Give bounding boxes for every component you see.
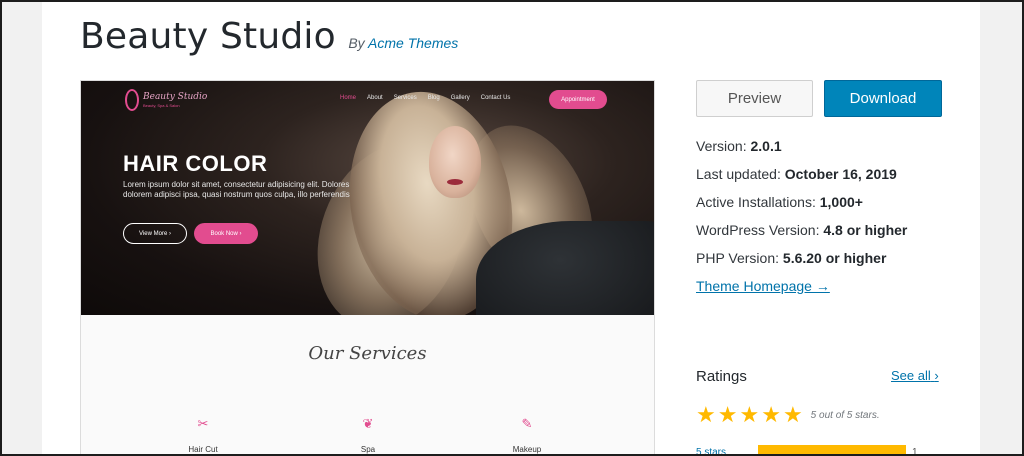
logo-tagline: Beauty, Spa & Salon [143,103,180,108]
nav-item-contact: Contact Us [480,95,511,101]
theme-homepage-link[interactable]: Theme Homepage → [696,278,830,294]
stars-summary: 5 out of 5 stars. [810,409,880,421]
view-more-button: View More › [123,223,187,244]
preview-button[interactable]: Preview [696,80,813,117]
installs-row: Active Installations: 1,000+ [696,194,863,210]
see-all-link[interactable]: See all › [891,368,939,383]
brush-icon: ✎ [521,416,533,431]
rating-bar-count: 1 [912,447,918,456]
star-icon: ★ [761,402,781,427]
download-button[interactable]: Download [824,80,942,117]
service-label: Hair Cut [188,445,218,454]
hero-banner: Beauty Studio Beauty, Spa & Salon Home A… [81,81,654,315]
nav-item-home: Home [340,95,357,101]
theme-card: Beauty Studio By Acme Themes Beauty Stud… [42,2,980,456]
hero-text: Lorem ipsum dolor sit amet, consectetur … [123,180,350,199]
nav-item-services: Services [393,95,417,101]
rating-bar-label[interactable]: 5 stars [696,447,726,454]
logo-name: Beauty Studio [143,92,208,102]
installs-value: 1,000+ [819,194,863,210]
appointment-button: Appointment [549,90,607,109]
rating-bar-row: 5 stars 1 [696,445,946,456]
scissors-icon: ✂ [197,416,209,431]
wp-version-value: 4.8 or higher [823,222,908,238]
logo-icon [125,89,139,111]
lips-icon: ❦ [362,416,374,431]
ratings-heading: Ratings [696,368,747,385]
hero-title: HAIR COLOR [123,151,268,176]
theme-title: Beauty Studio [80,16,336,57]
book-now-button: Book Now › [194,223,258,244]
updated-value: October 16, 2019 [784,166,897,182]
version-row: Version: 2.0.1 [696,138,782,154]
site-logo: Beauty Studio Beauty, Spa & Salon [125,89,207,111]
version-value: 2.0.1 [750,138,782,154]
service-label: Spa [360,445,376,454]
theme-header: Beauty Studio By Acme Themes [80,16,458,57]
hero-photo-face [429,126,481,198]
star-icon: ★ [717,402,738,427]
php-version-value: 5.6.20 or higher [782,250,887,266]
nav-item-about: About [367,95,383,101]
nav-item-gallery: Gallery [450,95,470,101]
rating-bar-fill [758,445,906,454]
star-icon: ★ [782,402,803,427]
hero-photo-lips [447,179,463,185]
service-spa: ❦ Spa [328,416,408,454]
theme-screenshot: Beauty Studio Beauty, Spa & Salon Home A… [80,80,655,454]
author-link[interactable]: Acme Themes [368,35,458,51]
theme-byline: By Acme Themes [348,35,459,51]
star-icon: ★ [739,402,760,427]
service-makeup: ✎ Makeup [487,416,567,454]
rating-bar-track [758,445,906,454]
window-frame: Beauty Studio By Acme Themes Beauty Stud… [0,0,1024,456]
wp-version-row: WordPress Version: 4.8 or higher [696,222,908,238]
chevron-right-icon: › [934,368,939,383]
star-icon: ★ [696,402,716,427]
service-label: Makeup [512,445,542,454]
updated-row: Last updated: October 16, 2019 [696,166,897,182]
php-version-row: PHP Version: 5.6.20 or higher [696,250,887,266]
service-hair-cut: ✂ Hair Cut [163,416,243,454]
theme-meta: Version: 2.0.1 Last updated: October 16,… [696,132,946,300]
site-nav: Home About Services Blog Gallery Contact… [340,95,510,101]
services-title: Our Services [308,343,427,364]
star-rating: ★ ★ ★ ★ ★ 5 out of 5 stars. [696,404,880,426]
nav-item-blog: Blog [427,95,440,101]
